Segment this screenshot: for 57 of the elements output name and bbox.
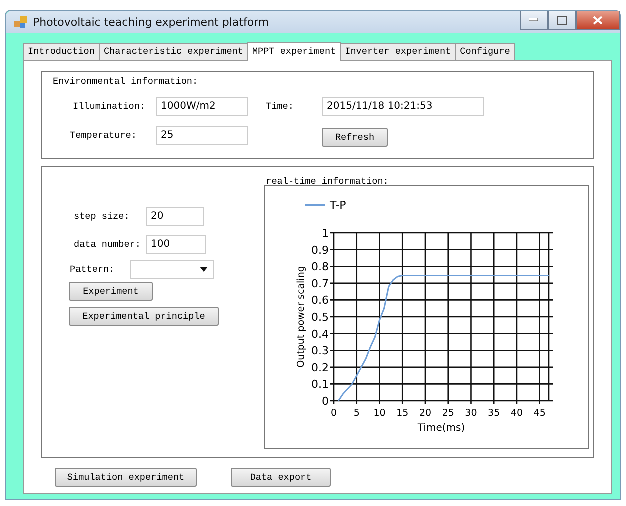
y-tick-label: 0 xyxy=(322,395,329,408)
x-tick-label: 40 xyxy=(510,408,524,419)
app-icon xyxy=(14,16,27,28)
x-tick-label: 15 xyxy=(396,408,409,419)
maximize-button[interactable] xyxy=(548,11,576,30)
legend-line xyxy=(305,204,325,206)
window-title: Photovoltaic teaching experiment platform xyxy=(33,16,270,28)
field-label: step size: xyxy=(73,211,131,222)
field-label: Temperature: xyxy=(69,130,138,141)
y-tick-label: 0.7 xyxy=(312,277,329,290)
x-tick-label: 0 xyxy=(330,408,338,419)
x-tick-label: 25 xyxy=(442,408,454,419)
x-tick-label: 30 xyxy=(465,408,478,419)
group-title: real-time information: xyxy=(266,176,389,187)
y-tick-label: 0.6 xyxy=(312,294,329,308)
y-tick-label: 0.9 xyxy=(312,244,329,257)
simulation-button[interactable]: Simulation experiment xyxy=(55,468,197,487)
tab[interactable]: Inverter experiment xyxy=(340,43,456,61)
group-title: Environmental information: xyxy=(53,76,198,87)
refresh-button[interactable]: Refresh xyxy=(322,128,388,147)
y-tick-label: 0.1 xyxy=(312,378,329,392)
time-field[interactable]: 2015/11/18 10:21:53 xyxy=(322,97,484,116)
experiment-button[interactable]: Experiment xyxy=(69,282,153,301)
tab[interactable]: Configure xyxy=(455,43,516,61)
step-size-field[interactable]: 20 xyxy=(146,207,204,226)
close-button[interactable] xyxy=(576,11,620,30)
x-axis-title: Time(ms) xyxy=(418,423,466,434)
legend-label: T-P xyxy=(330,199,346,212)
field-label: data number: xyxy=(73,239,142,250)
tab[interactable]: Introduction xyxy=(23,43,100,61)
x-tick-label: 35 xyxy=(488,408,500,419)
dropdown-arrow-icon xyxy=(200,267,208,272)
principle-button[interactable]: Experimental principle xyxy=(69,307,219,326)
x-tick-label: 45 xyxy=(534,408,546,419)
y-tick-label: 0.2 xyxy=(312,361,329,374)
y-tick-label: 0.5 xyxy=(312,311,329,324)
close-icon xyxy=(593,16,603,24)
field-label: Illumination: xyxy=(72,101,147,112)
minimize-button[interactable] xyxy=(520,11,548,30)
maximize-icon xyxy=(557,16,567,24)
data-export-button[interactable]: Data export xyxy=(231,468,331,487)
tab[interactable]: Characteristic experiment xyxy=(98,43,248,61)
y-tick-label: 1 xyxy=(322,227,329,240)
y-axis-title: Output power scaling xyxy=(296,266,307,368)
y-tick-label: 0.8 xyxy=(312,260,329,274)
tab[interactable]: MPPT experiment xyxy=(247,42,342,61)
illumination-field[interactable]: 1000W/m2 xyxy=(156,97,248,116)
x-tick-label: 20 xyxy=(419,408,432,419)
y-tick-label: 0.4 xyxy=(312,328,329,341)
field-label: Time: xyxy=(265,101,295,112)
y-tick-label: 0.3 xyxy=(312,344,329,358)
minimize-icon xyxy=(529,18,539,22)
temperature-field[interactable]: 25 xyxy=(156,126,248,145)
x-tick-label: 10 xyxy=(374,408,386,419)
x-tick-label: 5 xyxy=(354,408,360,419)
field-label: Pattern: xyxy=(69,264,116,275)
data-number-field[interactable]: 100 xyxy=(146,235,206,254)
